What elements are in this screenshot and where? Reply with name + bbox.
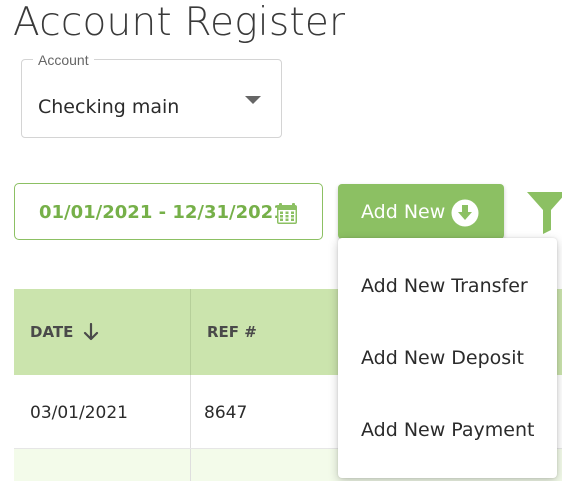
cell-date: 03/01/2021 bbox=[14, 375, 191, 448]
menu-item-label: Add New Payment bbox=[361, 419, 535, 441]
filter-icon[interactable] bbox=[527, 190, 562, 234]
column-header-label: DATE bbox=[30, 323, 74, 341]
column-header-label: REF # bbox=[207, 323, 257, 341]
page: Account Register Account Checking main 0… bbox=[0, 0, 562, 481]
menu-item-label: Add New Transfer bbox=[361, 275, 528, 297]
page-title: Account Register bbox=[13, 0, 346, 45]
date-range-picker[interactable]: 01/01/2021 - 12/31/2021 bbox=[14, 183, 323, 240]
column-header-date[interactable]: DATE bbox=[14, 289, 191, 375]
menu-item-label: Add New Deposit bbox=[361, 347, 524, 369]
arrow-down-circle-icon bbox=[451, 199, 479, 227]
date-range-value: 01/01/2021 - 12/31/2021 bbox=[39, 202, 286, 223]
cell-date-value: 03/01/2021 bbox=[30, 403, 128, 423]
cell-ref: 8647 bbox=[191, 375, 351, 448]
cell-ref-value: 8647 bbox=[204, 403, 248, 423]
add-new-menu: Add New Transfer Add New Deposit Add New… bbox=[338, 238, 557, 478]
menu-item-add-new-deposit[interactable]: Add New Deposit bbox=[338, 322, 557, 394]
calendar-icon[interactable] bbox=[277, 202, 297, 224]
caret-down-icon bbox=[245, 96, 261, 104]
account-select-label: Account bbox=[33, 52, 94, 68]
add-new-button-label: Add New bbox=[361, 201, 446, 223]
account-select[interactable]: Account Checking main bbox=[21, 52, 282, 138]
cell-ref bbox=[191, 449, 351, 481]
account-select-value: Checking main bbox=[38, 96, 180, 118]
menu-item-add-new-transfer[interactable]: Add New Transfer bbox=[338, 250, 557, 322]
cell-date bbox=[14, 449, 191, 481]
add-new-button[interactable]: Add New bbox=[338, 184, 504, 239]
column-header-ref[interactable]: REF # bbox=[191, 289, 351, 375]
sort-descending-icon bbox=[83, 323, 99, 341]
menu-item-add-new-payment[interactable]: Add New Payment bbox=[338, 394, 557, 466]
